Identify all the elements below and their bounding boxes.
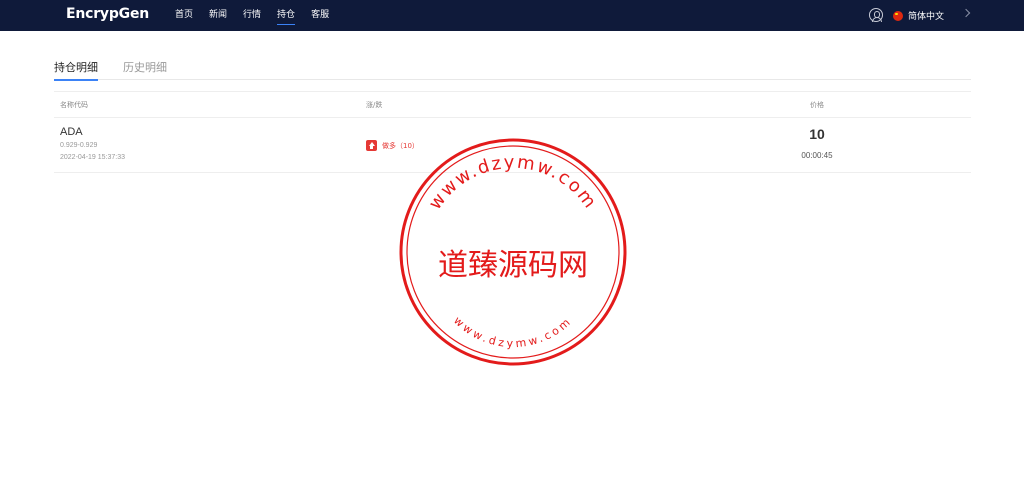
position-price: 10	[809, 126, 825, 142]
top-navbar: EncrypGen 首页 新闻 行情 持仓 客服 简体中文	[0, 0, 1024, 31]
stamp-bottom-text: www.dzymw.com	[451, 314, 575, 350]
positions-table: 名称代码 涨/跌 价格 ADA 0.929-0.929 2022-04-19 1…	[54, 91, 971, 173]
stamp-outer-ring	[399, 138, 627, 366]
nav-market[interactable]: 行情	[243, 0, 261, 31]
position-countdown: 00:00:45	[801, 151, 833, 160]
chevron-right-icon[interactable]	[961, 8, 971, 18]
tab-position-details[interactable]: 持仓明细	[54, 60, 98, 81]
stamp-center-text: 道臻源码网	[438, 248, 588, 283]
column-header-change: 涨/跌	[366, 101, 383, 109]
user-icon[interactable]	[869, 8, 883, 22]
tab-history-details[interactable]: 历史明细	[123, 60, 167, 80]
nav-news[interactable]: 新闻	[209, 0, 227, 31]
arrow-up-icon	[366, 140, 377, 151]
language-selector[interactable]: 简体中文	[893, 0, 944, 31]
nav-positions[interactable]: 持仓	[277, 0, 296, 31]
column-header-price: 价格	[810, 101, 824, 109]
position-direction: 做多（10）	[366, 140, 419, 151]
brand-logo[interactable]: EncrypGen	[66, 6, 149, 22]
nav-support[interactable]: 客服	[311, 0, 329, 31]
position-symbol: ADA	[60, 126, 83, 138]
position-price-range: 0.929-0.929	[60, 142, 98, 149]
table-header: 名称代码 涨/跌 价格	[54, 91, 971, 118]
nav-home[interactable]: 首页	[175, 0, 193, 31]
main-nav: 首页 新闻 行情 持仓 客服	[175, 0, 345, 31]
table-row[interactable]: ADA 0.929-0.929 2022-04-19 15:37:33 做多（1…	[54, 118, 971, 173]
language-label: 简体中文	[908, 12, 945, 22]
direction-label: 做多（10）	[382, 141, 419, 150]
column-header-name-code: 名称代码	[60, 101, 88, 109]
position-timestamp: 2022-04-19 15:37:33	[60, 154, 125, 161]
position-tabs: 持仓明细 历史明细	[54, 60, 971, 81]
china-flag-icon	[893, 10, 903, 21]
stamp-inner-ring	[406, 145, 620, 359]
